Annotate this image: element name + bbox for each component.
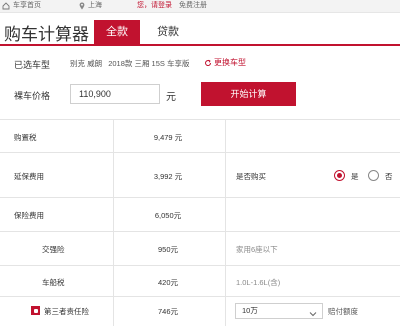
register-link[interactable]: 免费注册 [179, 0, 207, 12]
car-brand: 别克 威朗 [70, 59, 103, 68]
radio-yes[interactable] [334, 170, 345, 181]
table-column-divider [113, 119, 114, 326]
tab-full-payment[interactable]: 全款 [94, 20, 140, 44]
extended-warranty-value: 3,992 元 [153, 172, 183, 181]
compulsory-insurance-label: 交强险 [42, 245, 65, 254]
login-link[interactable]: 您，请登录 [137, 0, 172, 12]
change-car-button[interactable]: 更换车型 [204, 57, 246, 68]
refresh-icon [205, 59, 212, 67]
price-input[interactable] [70, 84, 160, 104]
coverage-amount-suffix: 赔付额度 [328, 307, 358, 316]
third-party-value: 746元 [157, 307, 178, 316]
table-column-divider [225, 119, 226, 326]
selected-car-label: 已选车型 [14, 60, 51, 70]
coverage-amount-value: 10万 [242, 306, 258, 315]
radio-yes-label: 是 [351, 172, 359, 181]
insurance-value: 6,050元 [154, 211, 182, 220]
home-icon [2, 2, 10, 10]
price-unit: 元 [166, 92, 176, 103]
vehicle-tax-label: 车船税 [42, 278, 65, 287]
tab-underline [0, 44, 400, 46]
table-row-divider [0, 296, 400, 297]
home-link[interactable]: 车享首页 [13, 0, 41, 12]
purchase-tax-label: 购置税 [14, 133, 37, 142]
table-border-top [0, 119, 400, 120]
third-party-label: 第三者责任险 [44, 307, 89, 316]
car-model: 别克 威朗 2018款 三厢 15S 车享版 [70, 58, 193, 69]
vehicle-tax-value: 420元 [157, 278, 178, 287]
compulsory-insurance-value: 950元 [157, 245, 178, 254]
radio-no-label: 否 [385, 172, 393, 181]
purchase-tax-value: 9,479 元 [153, 133, 183, 142]
top-bar: 车享首页 上海 您，请登录 免费注册 [0, 0, 400, 13]
change-car-label: 更换车型 [214, 58, 246, 67]
table-row-divider [0, 231, 400, 232]
purchase-question: 是否购买 [236, 172, 266, 181]
price-label: 裸车价格 [14, 91, 51, 101]
table-row-divider [0, 152, 400, 153]
city-selector[interactable]: 上海 [88, 0, 102, 12]
car-trim: 2018款 三厢 15S 车享版 [108, 59, 190, 68]
location-pin-icon [79, 2, 85, 10]
table-row-divider [0, 197, 400, 198]
chevron-down-icon [309, 308, 317, 317]
extended-warranty-label: 延保费用 [14, 172, 44, 181]
compulsory-insurance-note: 家用6座以下 [236, 245, 278, 254]
radio-no[interactable] [368, 170, 379, 181]
coverage-amount-select[interactable]: 10万 [235, 303, 323, 319]
page-title: 购车计算器 [4, 25, 89, 44]
insurance-label: 保险费用 [14, 211, 44, 220]
third-party-checkbox[interactable] [31, 306, 40, 315]
table-row-divider [0, 265, 400, 266]
tab-loan[interactable]: 贷款 [148, 20, 188, 44]
calculate-button[interactable]: 开始计算 [201, 82, 296, 106]
vehicle-tax-note: 1.0L-1.6L(含) [236, 278, 281, 287]
